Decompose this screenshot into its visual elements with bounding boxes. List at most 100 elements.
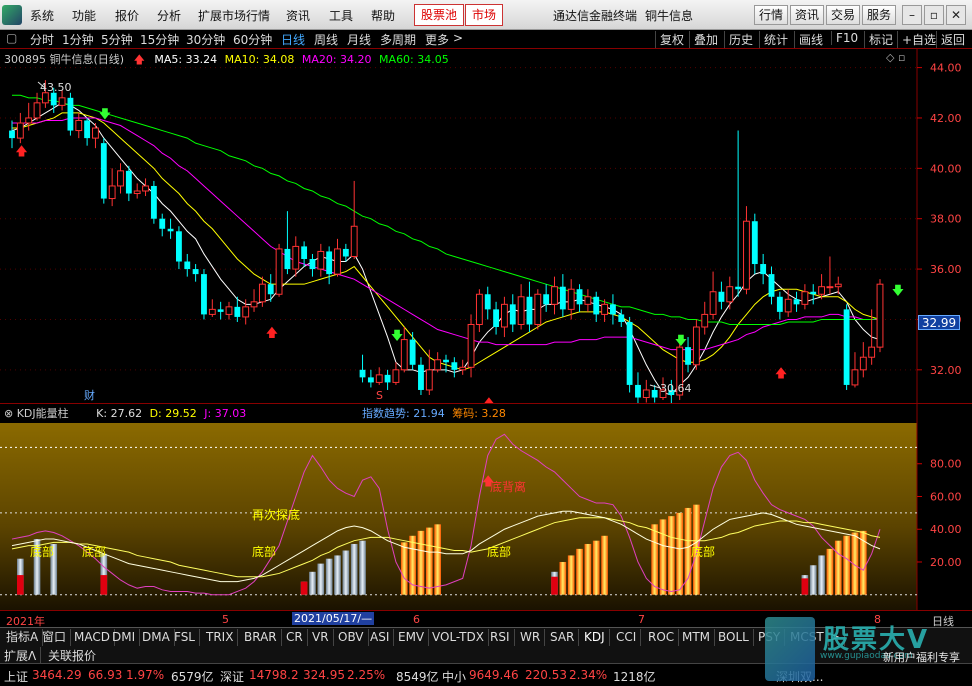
annotation-bottom-divergence: 底背离 bbox=[490, 479, 526, 494]
candle-body bbox=[92, 127, 99, 139]
menu-item-tools[interactable]: 工具 bbox=[329, 7, 353, 24]
button-trade[interactable]: 交易 bbox=[826, 5, 861, 25]
indicator-tab-sar[interactable]: SAR bbox=[546, 629, 580, 646]
toolbar-button-back[interactable]: 返回 bbox=[936, 31, 965, 48]
candle-body bbox=[375, 374, 383, 383]
button-quotes[interactable]: 行情 bbox=[754, 5, 789, 25]
energy-bar-base bbox=[551, 576, 558, 595]
chart-settings-icons[interactable]: ◇ ▫ bbox=[886, 51, 905, 64]
period-tab-intraday[interactable]: 分时 bbox=[30, 31, 54, 48]
button-news[interactable]: 资讯 bbox=[790, 5, 825, 25]
related-quote-button[interactable]: 关联报价 bbox=[48, 647, 96, 664]
toolbar-button-overlay[interactable]: 叠加 bbox=[689, 31, 718, 48]
toolbar-button-mark[interactable]: 标记 bbox=[864, 31, 893, 48]
indicator-tab-dmi[interactable]: DMI bbox=[108, 629, 141, 646]
candle-body bbox=[868, 346, 876, 358]
index-sme-price: 9649.46 bbox=[469, 668, 519, 682]
indicator-tab-brar[interactable]: BRAR bbox=[240, 629, 282, 646]
restore-icon[interactable]: ▫ bbox=[924, 5, 944, 25]
period-tab-1min[interactable]: 1分钟 bbox=[62, 31, 94, 48]
minimize-icon[interactable]: – bbox=[902, 5, 922, 25]
indicator-tab-voltdx[interactable]: VOL-TDX bbox=[428, 629, 489, 646]
period-tab-weekly[interactable]: 周线 bbox=[314, 31, 338, 48]
indicator-tab-[interactable]: 窗口 bbox=[38, 629, 72, 646]
time-label-june: 6 bbox=[413, 613, 420, 626]
candle-body bbox=[793, 299, 800, 305]
candle-body bbox=[33, 102, 41, 119]
period-tab-daily[interactable]: 日线 bbox=[281, 31, 305, 48]
financial-report-marker[interactable]: 财 bbox=[84, 388, 95, 402]
energy-bar bbox=[584, 543, 592, 595]
tab-market[interactable]: 市场 bbox=[465, 4, 504, 26]
candle-body bbox=[584, 296, 592, 305]
toolbar-button-f10[interactable]: F10 bbox=[831, 31, 858, 45]
indicator-tab-mtm[interactable]: MTM bbox=[678, 629, 716, 646]
energy-bar bbox=[334, 555, 341, 595]
energy-bar bbox=[350, 543, 358, 595]
indicator-tab-cci[interactable]: CCI bbox=[612, 629, 642, 646]
indicator-tab-vr[interactable]: VR bbox=[308, 629, 334, 646]
period-tab-monthly[interactable]: 月线 bbox=[347, 31, 371, 48]
indicator-tab-fsl[interactable]: FSL bbox=[170, 629, 200, 646]
kdj-energy-chart[interactable]: 80.00 60.00 40.00 20.00 再次探底 底背离 🡅 底部 底部 底部… bbox=[0, 403, 972, 610]
candle-body bbox=[242, 306, 250, 318]
energy-bar bbox=[668, 516, 675, 595]
indicator-tab-emv[interactable]: EMV bbox=[394, 629, 430, 646]
indicator-tab-obv[interactable]: OBV bbox=[334, 629, 369, 646]
sell-signal-arrow-icon: 🡇 bbox=[391, 329, 403, 343]
kdj-collapse-icon[interactable]: ⊗ bbox=[4, 407, 13, 420]
more-chevron-icon[interactable]: > bbox=[453, 31, 463, 45]
candle-body bbox=[709, 291, 717, 315]
menu-item-analysis[interactable]: 分析 bbox=[157, 7, 181, 24]
index-sz-name[interactable]: 深证 bbox=[220, 668, 244, 685]
indicator-tab-trix[interactable]: TRIX bbox=[202, 629, 239, 646]
candle-body bbox=[517, 296, 525, 325]
close-icon[interactable]: ✕ bbox=[946, 5, 966, 25]
menu-item-function[interactable]: 功能 bbox=[72, 7, 96, 24]
indicator-tab-wr[interactable]: WR bbox=[516, 629, 546, 646]
indicator-tab-boll[interactable]: BOLL bbox=[714, 629, 754, 646]
index-sz-amount: 8549亿 bbox=[396, 670, 439, 684]
period-tab-60min[interactable]: 60分钟 bbox=[233, 31, 272, 48]
candle-body bbox=[100, 143, 107, 199]
indicator-tab-kdj[interactable]: KDJ bbox=[580, 629, 610, 646]
index-sh-name[interactable]: 上证 bbox=[4, 668, 28, 685]
tab-stock-pool[interactable]: 股票池 bbox=[414, 4, 465, 26]
menu-item-system[interactable]: 系统 bbox=[30, 7, 54, 24]
candle-body bbox=[400, 339, 408, 371]
y-tick-label: 80.00 bbox=[930, 458, 962, 471]
candle-body bbox=[526, 296, 533, 325]
toolbar-button-add-watch[interactable]: +自选 bbox=[897, 31, 936, 48]
indicator-tab-roc[interactable]: ROC bbox=[644, 629, 680, 646]
menu-item-news[interactable]: 资讯 bbox=[286, 7, 310, 24]
toolbar-button-stats[interactable]: 统计 bbox=[759, 31, 788, 48]
indicator-tab-asi[interactable]: ASI bbox=[366, 629, 395, 646]
period-tab-30min[interactable]: 30分钟 bbox=[186, 31, 225, 48]
sell-signal-arrow-icon: 🡇 bbox=[892, 283, 904, 297]
menu-toggle-icon[interactable]: ▢ bbox=[6, 31, 17, 45]
index-sme-name[interactable]: 中小 bbox=[442, 668, 466, 685]
menu-item-ext-market[interactable]: 扩展市场行情 bbox=[198, 7, 270, 24]
toolbar-button-draw[interactable]: 画线 bbox=[794, 31, 823, 48]
expand-button[interactable]: 扩展Λ bbox=[4, 647, 42, 664]
indicator-tab-cr[interactable]: CR bbox=[282, 629, 308, 646]
candle-body bbox=[184, 261, 191, 270]
button-service[interactable]: 服务 bbox=[862, 5, 897, 25]
toolbar-button-history[interactable]: 历史 bbox=[724, 31, 753, 48]
period-tab-5min[interactable]: 5分钟 bbox=[101, 31, 133, 48]
candle-body bbox=[301, 246, 308, 259]
period-tab-multi[interactable]: 多周期 bbox=[380, 31, 416, 48]
candle-body bbox=[434, 359, 442, 371]
period-tab-15min[interactable]: 15分钟 bbox=[140, 31, 179, 48]
menu-item-help[interactable]: 帮助 bbox=[371, 7, 395, 24]
period-tab-more[interactable]: 更多 bbox=[425, 31, 449, 48]
kdj-title: KDJ能量柱 bbox=[16, 407, 69, 420]
candle-body bbox=[425, 369, 433, 391]
kdj-j-value: J: 37.03 bbox=[204, 407, 247, 420]
s-marker[interactable]: S bbox=[376, 389, 383, 402]
index-sh-price: 3464.29 bbox=[32, 668, 82, 682]
toolbar-button-adjust[interactable]: 复权 bbox=[655, 31, 684, 48]
menu-item-quote[interactable]: 报价 bbox=[115, 7, 139, 24]
indicator-tab-rsi[interactable]: RSI bbox=[486, 629, 515, 646]
price-chart[interactable]: 🡅🡅🡅🡅🡇🡇🡇🡇 44.0042.0040.0038.0036.0034.003… bbox=[0, 49, 972, 403]
